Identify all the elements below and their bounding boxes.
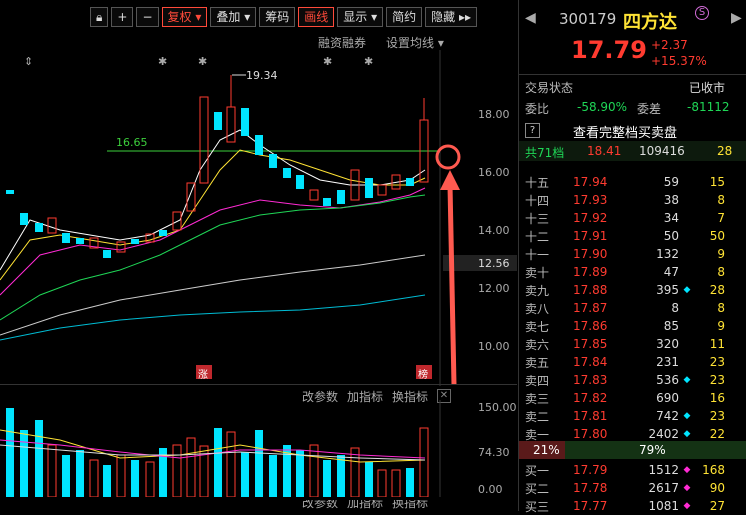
stock-code: 300179 <box>559 10 617 28</box>
bids-row[interactable]: 买三 17.77 1081 ◆ 27 <box>525 497 746 515</box>
ranking-badge: 榜 <box>418 370 428 381</box>
svg-text:✱: ✱ <box>198 55 207 68</box>
price-change-pct: +15.37% <box>651 54 707 68</box>
asks-row[interactable]: 卖六 17.85 320 11 <box>525 335 746 353</box>
indicator-dot-icon: ◆ <box>683 483 691 493</box>
asks-row[interactable]: 卖七 17.86 85 9 <box>525 317 746 335</box>
svg-text:14.00: 14.00 <box>478 224 510 237</box>
asks-row[interactable]: 卖二 17.81 742 ◆ 23 <box>525 407 746 425</box>
trade-status-label: 交易状态 <box>525 81 574 95</box>
trade-status-value: 已收市 <box>689 81 726 95</box>
asks-row[interactable]: 卖三 17.82 690 16 <box>525 389 746 407</box>
total-price: 18.41 <box>587 144 622 158</box>
overlay-button[interactable]: 叠加 ▾ <box>210 7 257 27</box>
svg-text:12.56: 12.56 <box>478 257 510 270</box>
bid-list: 买一 17.79 1512 ◆ 168 买二 17.78 2617 ◆ 90 买三 17.77 1081… <box>525 461 746 515</box>
indicator-footer: 改参数 加指标 换指标 <box>302 500 429 510</box>
buy-ratio: 79% <box>639 443 666 457</box>
indicator-dot-icon: ◆ <box>683 285 691 295</box>
svg-text:✱: ✱ <box>158 55 167 68</box>
svg-text:16.00: 16.00 <box>478 166 510 179</box>
asks-row[interactable]: 十一 17.90 132 9 <box>525 245 746 263</box>
svg-text:150.00: 150.00 <box>478 401 517 414</box>
high-label: 19.34 <box>246 69 278 82</box>
svg-text:✱: ✱ <box>323 55 332 68</box>
ask-list: 十五 17.94 59 15 十四 17.93 38 8 十三 17.92 34 7 十二 17.91 50… <box>525 173 746 443</box>
zoom-out-icon[interactable]: − <box>136 7 159 27</box>
margin-trading-link[interactable]: 融资融券 <box>318 34 366 51</box>
margin-badge-icon: S <box>695 6 709 20</box>
draw-line-button[interactable]: 画线 <box>298 7 335 27</box>
total-volume: 109416 <box>639 144 685 158</box>
candles <box>6 75 429 258</box>
asks-row[interactable]: 十三 17.92 34 7 <box>525 209 746 227</box>
svg-text:18.00: 18.00 <box>478 108 510 121</box>
full-book-link[interactable]: 查看完整档买卖盘 <box>573 122 677 141</box>
bids-row[interactable]: 买二 17.78 2617 ◆ 90 <box>525 479 746 497</box>
asks-row[interactable]: 卖九 17.88 395 ◆ 28 <box>525 281 746 299</box>
indicator-dot-icon: ◆ <box>683 411 691 421</box>
asks-row[interactable]: 十四 17.93 38 8 <box>525 191 746 209</box>
order-book-panel: ◀ 300179 四方达 S ▶ 17.79 +2.37 +15.37% 交易状… <box>518 0 746 514</box>
svg-text:0.00: 0.00 <box>478 483 503 496</box>
svg-text:74.30: 74.30 <box>478 446 510 459</box>
next-stock-icon[interactable]: ▶ <box>731 10 742 26</box>
ma-settings-link[interactable]: 设置均线 ▾ <box>386 34 444 51</box>
asks-row[interactable]: 十五 17.94 59 15 <box>525 173 746 191</box>
svg-text:10.00: 10.00 <box>478 340 510 353</box>
svg-text:⇕: ⇕ <box>24 55 33 68</box>
bids-row[interactable]: 买一 17.79 1512 ◆ 168 <box>525 461 746 479</box>
indicator-dot-icon: ◆ <box>683 429 691 439</box>
chips-button[interactable]: 筹码 <box>259 7 296 27</box>
indicator-dot-icon: ◆ <box>683 501 691 511</box>
chart-toolbar: 🔒︎ + − 复权 ▾ 叠加 ▾ 筹码 画线 显示 ▾ 简约 隐藏 ▸▸ <box>90 6 480 28</box>
sell-ratio: 21% <box>533 443 560 457</box>
indicator-dot-icon: ◆ <box>683 465 691 475</box>
order-diff: -81112 <box>687 100 730 114</box>
simple-button[interactable]: 简约 <box>386 7 423 27</box>
svg-text:12.00: 12.00 <box>478 282 510 295</box>
prev-stock-icon[interactable]: ◀ <box>525 10 536 26</box>
zoom-in-icon[interactable]: + <box>111 7 134 27</box>
candlestick-chart: ⇕ ✱ ✱ ✱ ✱ 19.34 16.65 18.00 16.00 14.00 … <box>0 50 517 386</box>
price-change: +2.37 <box>651 38 688 52</box>
help-icon[interactable]: ? <box>525 123 540 138</box>
order-ratio: -58.90% <box>577 100 628 114</box>
stock-name: 四方达 <box>623 12 677 33</box>
asks-row[interactable]: 卖十 17.89 47 8 <box>525 263 746 281</box>
display-button[interactable]: 显示 ▾ <box>337 7 384 27</box>
indicator-dot-icon: ◆ <box>683 375 691 385</box>
lock-icon[interactable]: 🔒︎ <box>90 7 109 27</box>
asks-row[interactable]: 卖八 17.87 8 8 <box>525 299 746 317</box>
volume-chart: 150.00 74.30 0.00 <box>0 400 517 497</box>
current-price: 17.79 <box>571 36 647 64</box>
hide-button[interactable]: 隐藏 ▸▸ <box>425 7 478 27</box>
asks-row[interactable]: 卖五 17.84 231 23 <box>525 353 746 371</box>
limit-up-badge: 涨 <box>198 370 208 381</box>
svg-text:✱: ✱ <box>364 55 373 68</box>
chart-area: 🔒︎ + − 复权 ▾ 叠加 ▾ 筹码 画线 显示 ▾ 简约 隐藏 ▸▸ 融资融… <box>0 0 517 511</box>
asks-row[interactable]: 卖四 17.83 536 ◆ 23 <box>525 371 746 389</box>
level-label: 16.65 <box>116 136 148 149</box>
asks-row[interactable]: 十二 17.91 50 50 <box>525 227 746 245</box>
adjust-button[interactable]: 复权 ▾ <box>161 7 208 27</box>
